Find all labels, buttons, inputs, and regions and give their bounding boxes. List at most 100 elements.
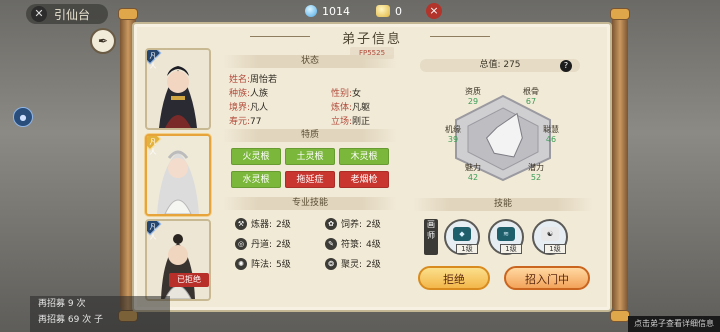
pro-skill-row: ◎ 丹道: 2级: [235, 237, 291, 250]
feather-icon[interactable]: ✒: [90, 28, 116, 54]
log-line: 再招募 69 次 子: [38, 315, 104, 325]
race-value: 人族: [250, 89, 269, 99]
attribute-total: 总值: 275: [420, 59, 580, 72]
coin-icon: [376, 5, 390, 17]
recruit-button[interactable]: 招入门中: [504, 266, 590, 290]
gem-count: 1014: [322, 4, 350, 18]
attr-value: 29: [467, 97, 479, 106]
pro-skill-label: 饲养:: [341, 220, 363, 230]
pro-skills-header: 专业技能: [223, 197, 397, 210]
close-button[interactable]: ×: [426, 3, 442, 19]
trait-tag[interactable]: 木灵根: [339, 148, 389, 165]
coin-counter: 0: [376, 3, 402, 19]
candidate-card-selected[interactable]: 凡人: [145, 134, 211, 216]
pro-skill-row: ❂ 聚灵: 2级: [325, 257, 381, 270]
beast-icon: ✿: [325, 217, 337, 230]
traits-header: 特质: [223, 129, 397, 142]
attr-item: 机缘 39: [433, 125, 473, 145]
forge-icon: ⚒: [235, 217, 247, 230]
formation-icon: ✺: [235, 257, 247, 270]
pro-skill-level: 2级: [366, 220, 381, 230]
name-key: 姓名:: [229, 75, 251, 85]
skill-level: 1级: [456, 244, 478, 254]
pro-skill-row: ✎ 符箓: 4级: [325, 237, 381, 250]
trait-tag[interactable]: 土灵根: [285, 148, 335, 165]
pro-skill-level: 4级: [366, 240, 381, 250]
gem-counter: 1014: [305, 3, 350, 19]
scroll-cap: [118, 8, 138, 20]
pro-skill-level: 5级: [276, 260, 291, 270]
attr-value: 67: [525, 97, 537, 106]
close-icon: ✕: [31, 6, 47, 22]
gem-icon: [305, 5, 317, 17]
scroll-cap: [610, 8, 630, 20]
log-line: 再招募 9 次: [38, 299, 86, 309]
scroll-rod-right: [612, 10, 628, 312]
body-key: 炼体:: [331, 103, 353, 113]
title-divider: [430, 36, 490, 37]
combat-skills-header: 技能: [413, 198, 593, 211]
back-label: 引仙台: [54, 8, 91, 22]
spirit-icon: ❂: [325, 257, 337, 270]
candidate-card[interactable]: 凡人: [145, 48, 211, 130]
total-label: 总值:: [479, 60, 501, 70]
combat-skill-slot[interactable]: ◆ 1级: [444, 219, 480, 255]
candidate-card[interactable]: 凡人 已拒绝: [145, 219, 211, 301]
rank-badge-label: 凡人: [149, 52, 157, 70]
attr-item: 根骨 67: [511, 87, 551, 107]
skill-3-icon: ☯: [541, 227, 559, 241]
race-key: 种族:: [229, 89, 251, 99]
skill-level: 1级: [500, 244, 522, 254]
attr-item: 魅力 42: [453, 163, 493, 183]
pro-skill-label: 炼器:: [251, 220, 273, 230]
pro-skill-label: 丹道:: [251, 240, 273, 250]
skill-1-icon: ◆: [453, 227, 471, 241]
coin-count: 0: [395, 4, 402, 18]
profession-badge: 画师: [424, 219, 438, 255]
attr-value: 39: [447, 135, 459, 144]
attr-name: 机缘: [445, 125, 461, 134]
status-panel: 状态 姓名:周怡若 种族:人族 性别:女 境界:凡人 炼体:凡躯 寿元:77 立…: [223, 53, 397, 286]
pro-skill-label: 聚灵:: [341, 260, 363, 270]
pro-skill-row: ✿ 饲养: 2级: [325, 217, 381, 230]
help-icon[interactable]: ?: [560, 60, 572, 72]
attr-name: 资质: [465, 87, 481, 96]
gender-key: 性别:: [331, 89, 353, 99]
pro-skill-level: 2级: [366, 260, 381, 270]
trait-tag-negative[interactable]: 拖延症: [285, 171, 335, 188]
side-menu-icon[interactable]: ●: [13, 107, 33, 127]
rank-badge-label: 凡人: [149, 138, 157, 156]
hint-text: 点击弟子查看详细信息: [628, 316, 720, 332]
lifespan-key: 寿元:: [229, 117, 251, 127]
attr-name: 魅力: [465, 163, 481, 172]
back-button[interactable]: ✕ 引仙台: [26, 4, 108, 24]
pro-skill-row: ✺ 阵法: 5级: [235, 257, 291, 270]
attr-name: 聪慧: [543, 125, 559, 134]
pro-skill-level: 2级: [276, 240, 291, 250]
combat-skill-slot[interactable]: ☯ 1级: [532, 219, 568, 255]
talisman-icon: ✎: [325, 237, 337, 250]
lifespan-value: 77: [250, 117, 262, 127]
rank-badge-label: 凡人: [149, 223, 157, 241]
trait-tag[interactable]: 火灵根: [231, 148, 281, 165]
scroll-cap: [610, 310, 630, 322]
pro-skill-label: 符箓:: [341, 240, 363, 250]
total-value: 275: [503, 60, 521, 70]
trait-tag-negative[interactable]: 老烟枪: [339, 171, 389, 188]
stance-value: 刚正: [352, 117, 371, 127]
realm-key: 境界:: [229, 103, 251, 113]
attr-name: 潜力: [528, 163, 544, 172]
trait-tag[interactable]: 水灵根: [231, 171, 281, 188]
attr-item: 聪慧 46: [531, 125, 571, 145]
attr-name: 根骨: [523, 87, 539, 96]
rejected-badge: 已拒绝: [169, 273, 209, 287]
pro-skill-level: 2级: [276, 220, 291, 230]
reject-button[interactable]: 拒绝: [418, 266, 490, 290]
attr-item: 潜力 52: [516, 163, 556, 183]
combat-skill-slot[interactable]: ≋ 1级: [488, 219, 524, 255]
title-divider: [250, 36, 310, 37]
realm-value: 凡人: [250, 103, 269, 113]
stance-key: 立场:: [331, 117, 353, 127]
recruit-log: 再招募 9 次 再招募 69 次 子: [30, 296, 170, 332]
skill-level: 1级: [544, 244, 566, 254]
